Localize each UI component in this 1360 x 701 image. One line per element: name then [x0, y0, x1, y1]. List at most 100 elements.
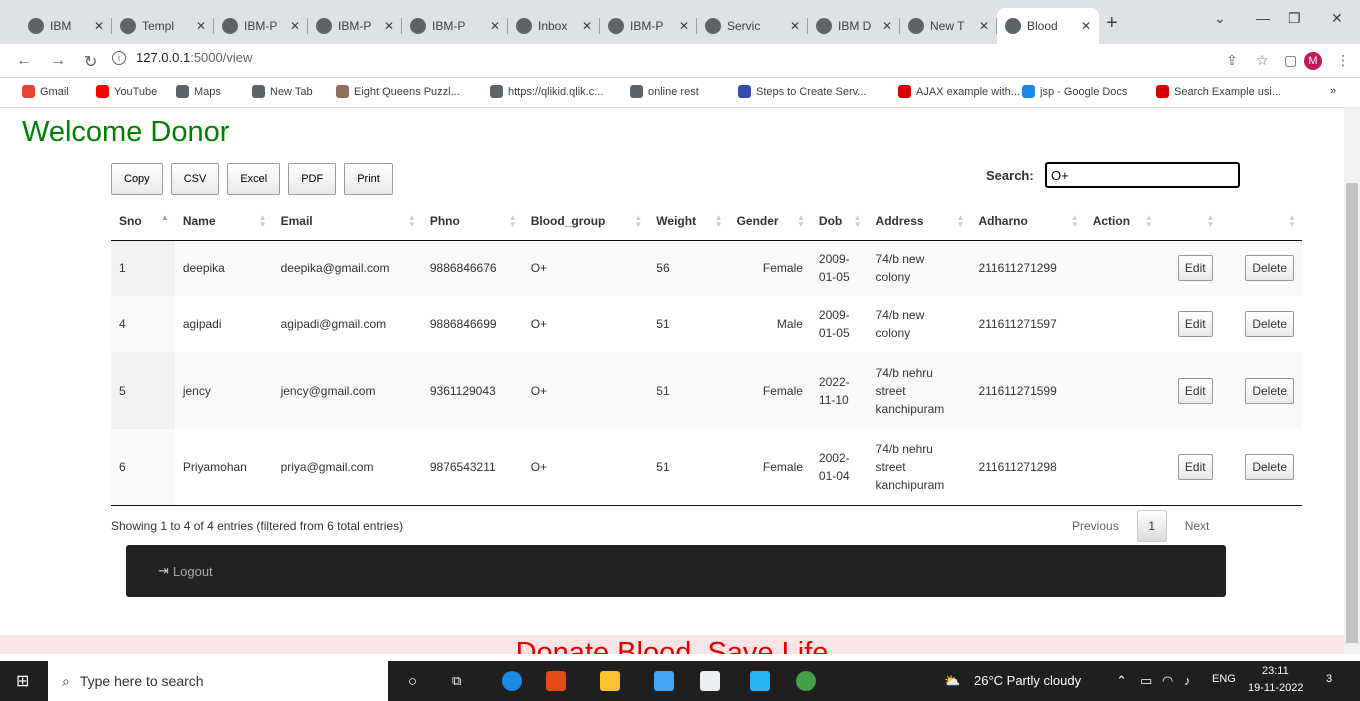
- delete-button[interactable]: Delete: [1245, 453, 1294, 480]
- cortana-icon[interactable]: ○: [408, 673, 417, 690]
- scrollbar-thumb[interactable]: [1346, 183, 1358, 643]
- edit-button[interactable]: Edit: [1177, 377, 1213, 404]
- browser-tab[interactable]: IBM-P ✕: [214, 8, 308, 44]
- browser-tab[interactable]: IBM D ✕: [808, 8, 900, 44]
- bookmarks-more[interactable]: »: [1330, 85, 1336, 97]
- file-explorer-icon[interactable]: [600, 671, 620, 691]
- mail-icon[interactable]: [654, 671, 674, 691]
- battery-icon[interactable]: ▭: [1140, 673, 1152, 689]
- column-header[interactable]: Weight ▲ ▼: [648, 202, 729, 241]
- wifi-icon[interactable]: ◠: [1162, 673, 1173, 689]
- bookmark-item[interactable]: Gmail: [22, 85, 69, 98]
- clock-date[interactable]: 19-11-2022: [1248, 682, 1303, 694]
- close-tab-icon[interactable]: ✕: [196, 19, 206, 33]
- browser-tab[interactable]: Templ ✕: [112, 8, 214, 44]
- current-page[interactable]: 1: [1136, 510, 1167, 542]
- volume-icon[interactable]: ♪: [1184, 673, 1191, 688]
- logout-link[interactable]: ⇥ Logout: [158, 563, 213, 579]
- column-header[interactable]: ▲ ▼: [1158, 202, 1221, 241]
- minimize-icon[interactable]: —: [1256, 10, 1270, 26]
- tray-chevron-icon[interactable]: ⌃: [1116, 673, 1127, 689]
- close-tab-icon[interactable]: ✕: [384, 19, 394, 33]
- reload-icon[interactable]: ↻: [84, 52, 97, 72]
- close-tab-icon[interactable]: ✕: [679, 19, 689, 33]
- photos-icon[interactable]: [750, 671, 770, 691]
- delete-button[interactable]: Delete: [1245, 255, 1294, 282]
- task-view-icon[interactable]: ⧉: [452, 673, 461, 689]
- office-icon[interactable]: [546, 671, 566, 691]
- weather-text[interactable]: 26°C Partly cloudy: [974, 673, 1081, 688]
- browser-tab[interactable]: IBM-P ✕: [308, 8, 402, 44]
- menu-icon[interactable]: ⋮: [1336, 52, 1350, 69]
- browser-tab[interactable]: IBM-P ✕: [402, 8, 508, 44]
- column-header[interactable]: Blood_group ▲ ▼: [522, 202, 649, 241]
- previous-page[interactable]: Previous: [1060, 519, 1131, 533]
- column-header[interactable]: Sno ▲: [111, 202, 175, 241]
- profile-avatar[interactable]: M: [1304, 52, 1322, 70]
- column-header[interactable]: Address ▲ ▼: [867, 202, 971, 241]
- address-bar[interactable]: i 127.0.0.1:5000/view: [112, 50, 252, 65]
- bookmark-item[interactable]: https://qlikid.qlik.c...: [490, 85, 603, 98]
- bookmark-item[interactable]: Steps to Create Serv...: [738, 85, 866, 98]
- close-tab-icon[interactable]: ✕: [582, 19, 592, 33]
- language-indicator[interactable]: ENG: [1212, 673, 1236, 685]
- search-input[interactable]: [1045, 162, 1240, 188]
- column-header[interactable]: Adharno ▲ ▼: [970, 202, 1085, 241]
- bookmark-item[interactable]: Search Example usi...: [1156, 85, 1281, 98]
- column-header[interactable]: Action ▲ ▼: [1084, 202, 1159, 241]
- column-header[interactable]: Phno ▲ ▼: [421, 202, 523, 241]
- edge-icon[interactable]: [502, 671, 522, 691]
- delete-button[interactable]: Delete: [1245, 377, 1294, 404]
- share-icon[interactable]: ⇪: [1226, 52, 1238, 69]
- bookmark-item[interactable]: YouTube: [96, 85, 157, 98]
- excel-button[interactable]: Excel: [227, 163, 281, 195]
- weather-icon[interactable]: ⛅: [944, 673, 960, 689]
- back-icon[interactable]: ←: [16, 52, 32, 70]
- edit-button[interactable]: Edit: [1177, 453, 1213, 480]
- pdf-button[interactable]: PDF: [288, 163, 337, 195]
- edit-button[interactable]: Edit: [1177, 311, 1213, 337]
- tab-search-icon[interactable]: ⌄: [1214, 10, 1226, 27]
- close-tab-icon[interactable]: ✕: [1081, 19, 1091, 33]
- browser-tab[interactable]: IBM ✕: [20, 8, 112, 44]
- browser-tab[interactable]: Inbox ✕: [508, 8, 600, 44]
- close-tab-icon[interactable]: ✕: [490, 19, 500, 33]
- chrome-icon[interactable]: [796, 671, 816, 691]
- browser-tab[interactable]: Blood ✕: [997, 8, 1099, 44]
- bookmark-item[interactable]: Maps: [176, 85, 221, 98]
- column-header[interactable]: Gender ▲ ▼: [728, 202, 811, 241]
- clock-time[interactable]: 23:11: [1262, 665, 1289, 677]
- bookmark-item[interactable]: AJAX example with...: [898, 85, 1020, 98]
- browser-tab[interactable]: IBM-P ✕: [600, 8, 697, 44]
- column-header[interactable]: Email ▲ ▼: [272, 202, 422, 241]
- close-tab-icon[interactable]: ✕: [790, 19, 800, 33]
- page-scrollbar[interactable]: [1344, 108, 1360, 654]
- browser-tab[interactable]: New T ✕: [900, 8, 997, 44]
- edit-button[interactable]: Edit: [1177, 255, 1213, 282]
- column-header[interactable]: Dob ▲ ▼: [810, 202, 868, 241]
- csv-button[interactable]: CSV: [170, 163, 220, 195]
- close-tab-icon[interactable]: ✕: [290, 19, 300, 33]
- column-header[interactable]: Name ▲ ▼: [174, 202, 273, 241]
- bookmark-item[interactable]: jsp - Google Docs: [1022, 85, 1127, 98]
- site-info-icon[interactable]: i: [112, 50, 126, 65]
- delete-button[interactable]: Delete: [1245, 311, 1294, 337]
- next-page[interactable]: Next: [1173, 519, 1222, 533]
- restore-icon[interactable]: ❐: [1288, 10, 1301, 27]
- side-panel-icon[interactable]: ▢: [1284, 52, 1297, 69]
- store-icon[interactable]: [700, 671, 720, 691]
- bookmark-item[interactable]: online rest: [630, 85, 699, 98]
- notification-badge[interactable]: 3: [1326, 673, 1332, 685]
- copy-button[interactable]: Copy: [111, 163, 163, 195]
- new-tab-button[interactable]: +: [1106, 12, 1118, 35]
- taskbar-search[interactable]: ⌕ Type here to search: [48, 661, 388, 701]
- bookmark-item[interactable]: New Tab: [252, 85, 313, 98]
- print-button[interactable]: Print: [344, 163, 393, 195]
- column-header[interactable]: ▲ ▼: [1220, 202, 1302, 241]
- browser-tab[interactable]: Servic ✕: [697, 8, 808, 44]
- close-window-icon[interactable]: ✕: [1331, 10, 1343, 27]
- bookmark-item[interactable]: Eight Queens Puzzl...: [336, 85, 460, 98]
- forward-icon[interactable]: →: [50, 52, 66, 70]
- close-tab-icon[interactable]: ✕: [979, 19, 989, 33]
- windows-start-icon[interactable]: ⊞: [16, 671, 29, 691]
